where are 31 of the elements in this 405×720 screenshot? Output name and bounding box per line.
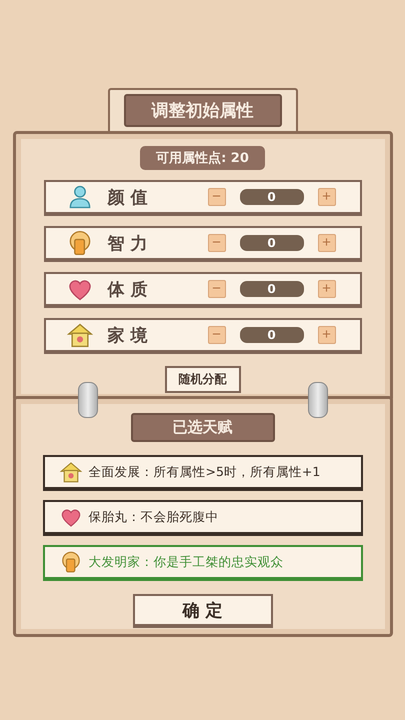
attribute-value: 0 (240, 327, 304, 343)
plus-button[interactable]: + (318, 326, 336, 344)
talent-card[interactable]: 保胎丸：不会胎死腹中 (42, 500, 362, 536)
minus-button[interactable]: − (208, 280, 226, 298)
screen-title: 调整初始属性 (124, 94, 282, 127)
confirm-button[interactable]: 确 定 (132, 594, 272, 628)
attribute-name: 颜 值 (108, 186, 148, 208)
plus-button[interactable]: + (318, 188, 336, 206)
minus-button[interactable]: − (208, 234, 226, 252)
attribute-value: 0 (240, 281, 304, 297)
house-icon (66, 321, 94, 349)
minus-button[interactable]: − (208, 188, 226, 206)
attribute-name: 智 力 (108, 232, 148, 254)
pillar (78, 382, 98, 418)
minus-button[interactable]: − (208, 326, 226, 344)
pillar (308, 382, 328, 418)
random-button[interactable]: 随机分配 (164, 366, 240, 393)
points-label: 可用属性点: 20 (140, 146, 265, 170)
talent-text: 保胎丸：不会胎死腹中 (88, 508, 218, 526)
talent-card[interactable]: 全面发展：所有属性>5时，所有属性+1 (42, 455, 362, 491)
talent-card[interactable]: 大发明家：你是手工桀的忠实观众 (42, 545, 362, 581)
talent-text: 大发明家：你是手工桀的忠实观众 (88, 554, 284, 570)
attribute-name: 家 境 (108, 324, 148, 346)
plus-button[interactable]: + (318, 234, 336, 252)
talent-text: 全面发展：所有属性>5时，所有属性+1 (88, 464, 320, 480)
plus-button[interactable]: + (318, 280, 336, 298)
talents-title: 已选天赋 (130, 413, 274, 442)
attribute-value: 0 (240, 235, 304, 251)
house-icon (58, 460, 82, 484)
attribute-value: 0 (240, 189, 304, 205)
attribute-name: 体 质 (108, 278, 148, 300)
